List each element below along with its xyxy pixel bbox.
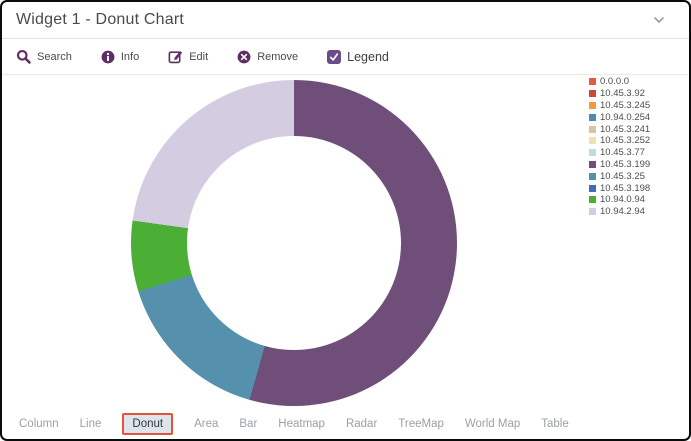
- widget-toolbar: Search Info Edit Remove Legend: [2, 39, 689, 75]
- legend-swatch: [589, 196, 596, 203]
- legend-item[interactable]: 10.45.3.92: [589, 88, 650, 100]
- legend-label: 10.45.3.241: [600, 124, 650, 135]
- chart-type-table[interactable]: Table: [541, 418, 569, 430]
- legend-item[interactable]: 10.45.3.252: [589, 135, 650, 147]
- legend-swatch: [589, 114, 596, 121]
- legend-item[interactable]: 10.94.0.94: [589, 194, 650, 206]
- edit-label: Edit: [189, 51, 208, 63]
- legend-swatch: [589, 161, 596, 168]
- legend-item[interactable]: 10.45.3.198: [589, 182, 650, 194]
- edit-button[interactable]: Edit: [168, 49, 208, 64]
- remove-button[interactable]: Remove: [237, 50, 298, 64]
- edit-pencil-icon: [168, 49, 183, 64]
- info-icon: [101, 50, 115, 64]
- legend-swatch: [589, 90, 596, 97]
- search-button[interactable]: Search: [16, 49, 72, 64]
- donut-chart[interactable]: [131, 80, 457, 406]
- chart-type-heatmap[interactable]: Heatmap: [278, 418, 325, 430]
- legend-item[interactable]: 10.94.2.94: [589, 206, 650, 218]
- chart-type-donut[interactable]: Donut: [122, 413, 173, 435]
- legend-label: 10.94.0.94: [600, 194, 645, 205]
- legend-item[interactable]: 10.45.3.245: [589, 100, 650, 112]
- chart-type-area[interactable]: Area: [194, 418, 218, 430]
- chart-type-bar[interactable]: Bar: [239, 418, 257, 430]
- chart-area: 0.0.0.010.45.3.9210.45.3.24510.94.0.2541…: [2, 75, 689, 410]
- legend-item[interactable]: 10.45.3.199: [589, 159, 650, 171]
- remove-icon: [237, 50, 251, 64]
- legend-toggle[interactable]: Legend: [327, 50, 389, 64]
- legend-label: 10.94.0.254: [600, 112, 650, 123]
- search-icon: [16, 49, 31, 64]
- chart-legend: 0.0.0.010.45.3.9210.45.3.24510.94.0.2541…: [589, 76, 650, 218]
- legend-label: 10.94.2.94: [600, 206, 645, 217]
- legend-label: 10.45.3.199: [600, 159, 650, 170]
- legend-label: 10.45.3.77: [600, 147, 645, 158]
- legend-item[interactable]: 0.0.0.0: [589, 76, 650, 88]
- chart-type-bar: Column Line Donut Area Bar Heatmap Radar TreeMa…: [2, 408, 689, 439]
- chart-type-line[interactable]: Line: [80, 418, 102, 430]
- legend-label: 10.45.3.198: [600, 183, 650, 194]
- legend-label: 10.45.3.245: [600, 100, 650, 111]
- legend-item[interactable]: 10.94.0.254: [589, 111, 650, 123]
- legend-label: 10.45.3.25: [600, 171, 645, 182]
- chevron-down-icon[interactable]: [651, 12, 667, 28]
- legend-swatch: [589, 137, 596, 144]
- legend-label: 0.0.0.0: [600, 76, 629, 87]
- chart-type-radar[interactable]: Radar: [346, 418, 377, 430]
- legend-toggle-label: Legend: [347, 50, 389, 64]
- legend-swatch: [589, 102, 596, 109]
- widget-title: Widget 1 - Donut Chart: [16, 11, 184, 29]
- info-button[interactable]: Info: [101, 50, 139, 64]
- legend-swatch: [589, 208, 596, 215]
- legend-label: 10.45.3.252: [600, 135, 650, 146]
- chart-type-column[interactable]: Column: [19, 418, 59, 430]
- legend-checkbox-checked-icon[interactable]: [327, 50, 341, 64]
- legend-swatch: [589, 78, 596, 85]
- legend-swatch: [589, 126, 596, 133]
- legend-label: 10.45.3.92: [600, 88, 645, 99]
- info-label: Info: [121, 51, 139, 63]
- legend-item[interactable]: 10.45.3.77: [589, 147, 650, 159]
- legend-item[interactable]: 10.45.3.241: [589, 123, 650, 135]
- widget-window: Widget 1 - Donut Chart Search Info Edit: [0, 0, 691, 441]
- chart-type-treemap[interactable]: TreeMap: [398, 418, 444, 430]
- search-label: Search: [37, 51, 72, 63]
- legend-swatch: [589, 185, 596, 192]
- legend-swatch: [589, 173, 596, 180]
- remove-label: Remove: [257, 51, 298, 63]
- legend-item[interactable]: 10.45.3.25: [589, 170, 650, 182]
- widget-header: Widget 1 - Donut Chart: [2, 2, 689, 39]
- chart-type-world-map[interactable]: World Map: [465, 418, 520, 430]
- legend-swatch: [589, 149, 596, 156]
